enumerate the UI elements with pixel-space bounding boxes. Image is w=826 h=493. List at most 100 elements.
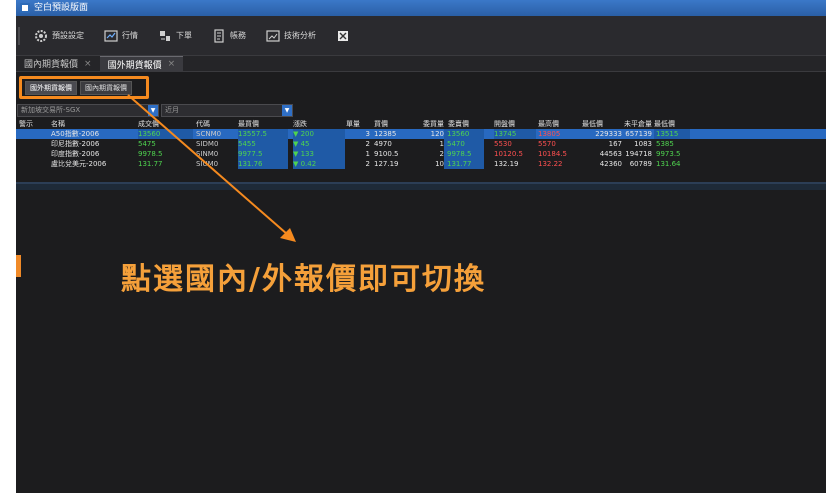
- tab-domestic-futures[interactable]: 國內期貨報價 ×: [16, 56, 100, 71]
- row-code: SCNM0: [196, 130, 222, 138]
- window-title: 空白預設版面: [34, 3, 89, 13]
- row-high: 5570: [538, 140, 556, 148]
- main-toolbar: 預設設定 行情 下單 帳務 技術分析: [16, 16, 826, 56]
- row-low-price: 9973.5: [656, 150, 681, 158]
- close-icon[interactable]: ×: [168, 59, 176, 69]
- column-header[interactable]: 代碼: [196, 119, 234, 129]
- row-low-price: 13515: [654, 129, 690, 139]
- order-button[interactable]: 下單: [148, 16, 202, 55]
- order-label: 下單: [176, 31, 192, 40]
- chart-icon: [266, 29, 280, 42]
- filter-bar: 新加坡交易所-SGX ▼ 近月 ▼: [16, 104, 826, 117]
- month-select[interactable]: 近月 ▼: [161, 104, 293, 117]
- row-last-price: 13560: [138, 129, 193, 139]
- app-window: 空白預設版面 預設設定 行情 下單 帳務 技術分析 國內期貨報價 × 國外期貨報…: [16, 0, 826, 493]
- account-label: 帳務: [230, 31, 246, 40]
- tile-icon: [338, 30, 348, 41]
- tab-domestic-label: 國內期貨報價: [24, 60, 79, 70]
- quotes-label: 行情: [122, 31, 138, 40]
- row-sell-price: 13560: [444, 129, 484, 139]
- row-name: 印尼指數-2006: [51, 140, 100, 148]
- table-row[interactable]: A50指數-2006 13560 SCNM0 13557.5 ▼ 200 3 1…: [16, 129, 826, 139]
- row-bid-volume: 2: [365, 140, 370, 148]
- column-header[interactable]: 成交價: [138, 119, 193, 129]
- annotation-caption: 點選國內/外報價即可切換: [121, 262, 486, 297]
- row-low: 44563: [599, 150, 622, 158]
- column-header[interactable]: 最低價: [654, 119, 690, 129]
- orange-marker: [16, 255, 21, 277]
- row-buy-volume: 2: [439, 150, 444, 158]
- app-icon: [20, 3, 30, 13]
- row-change: ▼ 133: [293, 149, 345, 159]
- column-header[interactable]: 警示: [19, 119, 49, 129]
- row-buy-volume: 120: [430, 130, 444, 138]
- row-name: A50指數-2006: [51, 130, 100, 138]
- column-header[interactable]: 單量: [346, 119, 370, 129]
- row-change: ▼ 200: [293, 129, 345, 139]
- close-icon[interactable]: ×: [84, 59, 92, 69]
- row-bid-volume: 1: [365, 150, 370, 158]
- row-buy-volume: 10: [435, 160, 444, 168]
- exchange-select[interactable]: 新加坡交易所-SGX ▼: [17, 104, 159, 117]
- technical-analysis-label: 技術分析: [284, 31, 316, 40]
- order-icon: [160, 30, 170, 41]
- table-row[interactable]: 印尼指數-2006 5475 SIDM0 5455 ▼ 45 2 4970 1 …: [16, 139, 826, 149]
- gear-icon: [35, 29, 47, 42]
- row-last-price: 9978.5: [138, 150, 163, 158]
- table-header: 警示 名稱 成交價 代碼 最買價 漲跌 單量 買價 委買量 委賣價 開盤價 最高…: [16, 119, 826, 129]
- row-change: ▼ 45: [293, 139, 345, 149]
- row-low: 167: [608, 140, 622, 148]
- tab-foreign-label: 國外期貨報價: [107, 60, 162, 71]
- row-open: 132.19: [494, 160, 519, 168]
- row-buy-price: 9100.5: [374, 150, 399, 158]
- row-open: 10120.5: [494, 150, 523, 158]
- horizontal-scrollbar[interactable]: [16, 184, 826, 190]
- account-icon: [214, 28, 224, 43]
- row-low-price: 5385: [656, 140, 674, 148]
- column-header[interactable]: 名稱: [51, 119, 133, 129]
- row-code: SIDM0: [196, 140, 219, 148]
- row-buy-price: 4970: [374, 140, 392, 148]
- table-row[interactable]: 盧比兌美元-2006 131.77 SIUM0 131.76 ▼ 0.42 2 …: [16, 159, 826, 169]
- row-name: 印度指數-2006: [51, 150, 100, 158]
- account-button[interactable]: 帳務: [202, 16, 256, 55]
- table-row[interactable]: 印度指數-2006 9978.5 SINM0 9977.5 ▼ 133 1 91…: [16, 149, 826, 159]
- chevron-down-icon[interactable]: ▼: [148, 105, 158, 116]
- row-last-price: 131.77: [138, 160, 163, 168]
- column-header[interactable]: 未平倉量: [622, 119, 652, 129]
- quotes-button[interactable]: 行情: [94, 16, 148, 55]
- technical-analysis-button[interactable]: 技術分析: [256, 16, 326, 55]
- table-row-partial[interactable]: [16, 169, 826, 173]
- row-bid-price: 5455: [238, 139, 288, 149]
- row-low-price: 131.64: [656, 160, 681, 168]
- subtab-foreign-quotes[interactable]: 國外期貨報價: [25, 80, 77, 95]
- row-open: 5530: [494, 140, 512, 148]
- column-header[interactable]: 委買量: [414, 119, 444, 129]
- title-bar: 空白預設版面: [16, 0, 826, 16]
- tab-foreign-futures[interactable]: 國外期貨報價 ×: [99, 56, 184, 71]
- row-bid-volume: 3: [365, 130, 370, 138]
- column-header[interactable]: 最高價: [538, 119, 580, 129]
- subtab-domestic-quotes[interactable]: 國內期貨報價: [80, 80, 132, 95]
- exchange-value: 新加坡交易所-SGX: [21, 106, 81, 114]
- chevron-down-icon[interactable]: ▼: [282, 105, 292, 116]
- quote-table: 警示 名稱 成交價 代碼 最買價 漲跌 單量 買價 委買量 委賣價 開盤價 最高…: [16, 119, 826, 191]
- row-high: 10184.5: [538, 150, 567, 158]
- column-header[interactable]: 最買價: [238, 119, 288, 129]
- row-buy-price: 12385: [374, 130, 397, 138]
- quote-switch-highlight: 國外期貨報價 國內期貨報價: [19, 76, 149, 99]
- row-buy-volume: 1: [439, 140, 444, 148]
- row-name: 盧比兌美元-2006: [51, 160, 107, 168]
- row-open-interest: 1083: [634, 140, 652, 148]
- column-header[interactable]: 買價: [374, 119, 404, 129]
- preset-settings-button[interactable]: 預設設定: [24, 16, 94, 55]
- column-header[interactable]: 委賣價: [444, 119, 484, 129]
- column-header[interactable]: 開盤價: [494, 119, 536, 129]
- column-header[interactable]: 漲跌: [293, 119, 345, 129]
- tile-button[interactable]: [326, 16, 360, 55]
- column-header[interactable]: 最低價: [582, 119, 622, 129]
- row-last-price: 5475: [138, 140, 156, 148]
- row-bid-price: 9977.5: [238, 149, 288, 159]
- sub-tab-bar: 國外期貨報價 國內期貨報價: [16, 72, 826, 104]
- row-sell-price: 5470: [444, 139, 484, 149]
